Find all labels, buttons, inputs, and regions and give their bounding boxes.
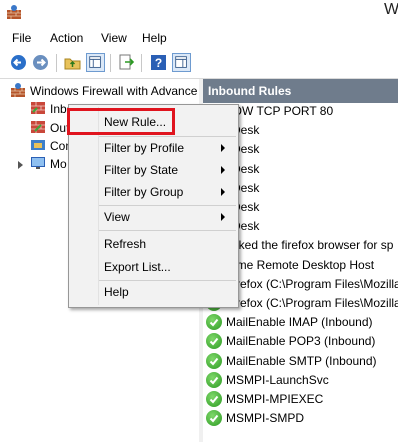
rules-pane-title: Inbound Rules (208, 84, 292, 98)
menu-item-label: Filter by State (104, 163, 179, 177)
back-arrow-icon[interactable] (9, 53, 28, 72)
title-bar: W (0, 0, 398, 28)
rule-row[interactable]: MailEnable POP3 (Inbound) (203, 332, 398, 351)
menu-bar: File Action View Help (0, 28, 398, 48)
rule-name: MailEnable POP3 (Inbound) (226, 334, 376, 348)
menu-separator (99, 230, 236, 231)
menu-help[interactable]: Help (142, 31, 167, 45)
menu-item-label: Help (104, 285, 129, 299)
submenu-arrow-icon (221, 188, 225, 196)
rule-row[interactable]: MailEnable IMAP (Inbound) (203, 313, 398, 332)
rule-row[interactable]: MSMPI-SMPD (203, 409, 398, 428)
allow-check-icon (206, 314, 222, 330)
firewall-app-icon (7, 5, 21, 19)
forward-arrow-icon[interactable] (31, 53, 50, 72)
allow-check-icon (206, 333, 222, 349)
rule-row[interactable]: MSMPI-LaunchSvc (203, 371, 398, 390)
monitoring-icon (31, 157, 45, 169)
menu-item-label: Export List... (104, 260, 171, 274)
menu-item-help[interactable]: Help (69, 282, 238, 303)
show-hide-console-tree-icon[interactable] (86, 53, 105, 72)
export-list-icon[interactable] (117, 53, 136, 72)
toolbar-separator (56, 54, 57, 72)
show-hide-action-pane-icon[interactable] (172, 53, 191, 72)
submenu-arrow-icon (221, 213, 225, 221)
menu-item-refresh[interactable]: Refresh (69, 234, 238, 255)
menu-item-label: Refresh (104, 237, 147, 251)
tree-root-label: Windows Firewall with Advance (30, 84, 198, 98)
expand-arrow-icon[interactable] (18, 161, 23, 169)
outbound-rules-icon (31, 121, 45, 133)
menu-action[interactable]: Action (50, 31, 83, 45)
allow-check-icon (206, 391, 222, 407)
menu-separator (99, 136, 236, 137)
rule-name: MSMPI-MPIEXEC (226, 392, 324, 406)
rule-row[interactable]: MSMPI-MPIEXEC (203, 390, 398, 409)
allow-check-icon (206, 372, 222, 388)
rule-name: Firefox (C:\Program Files\Mozilla (226, 296, 398, 310)
window-title: W (384, 1, 398, 18)
toolbar: ? (0, 48, 398, 79)
connection-security-icon (31, 140, 45, 150)
firewall-icon (11, 83, 25, 97)
rule-name: MSMPI-LaunchSvc (226, 373, 329, 387)
rule-name: ocked the firefox browser for sp (226, 238, 394, 252)
tree-item-label: Mo (50, 157, 67, 171)
new-rule-highlight-box (67, 108, 175, 135)
rules-pane-header: Inbound Rules (203, 79, 398, 103)
rule-name: MailEnable SMTP (Inbound) (226, 354, 377, 368)
rule-row[interactable]: MailEnable SMTP (Inbound) (203, 352, 398, 371)
menu-item-filter-by-state[interactable]: Filter by State (69, 160, 238, 181)
rule-name: MSMPI-SMPD (226, 411, 304, 425)
menu-separator (99, 205, 236, 206)
menu-item-label: Filter by Group (104, 185, 184, 199)
menu-item-view[interactable]: View (69, 207, 238, 228)
menu-file[interactable]: File (12, 31, 31, 45)
allow-check-icon (206, 410, 222, 426)
rule-name: rome Remote Desktop Host (226, 258, 375, 272)
menu-item-export-list[interactable]: Export List... (69, 257, 238, 278)
menu-item-filter-by-group[interactable]: Filter by Group (69, 182, 238, 203)
menu-item-label: Filter by Profile (104, 141, 185, 155)
up-folder-icon[interactable] (63, 53, 82, 72)
inbound-rules-icon (31, 102, 45, 114)
menu-separator (99, 280, 236, 281)
help-icon[interactable]: ? (149, 53, 168, 72)
menu-item-filter-by-profile[interactable]: Filter by Profile (69, 138, 238, 159)
submenu-arrow-icon (221, 166, 225, 174)
allow-check-icon (206, 353, 222, 369)
toolbar-separator (110, 54, 111, 72)
submenu-arrow-icon (221, 144, 225, 152)
rule-name: LOW TCP PORT 80 (226, 104, 334, 118)
rule-name: Firefox (C:\Program Files\Mozilla (226, 277, 398, 291)
svg-text:?: ? (155, 56, 162, 70)
toolbar-separator (141, 54, 142, 72)
menu-view[interactable]: View (101, 31, 127, 45)
menu-item-label: View (104, 210, 130, 224)
rule-name: MailEnable IMAP (Inbound) (226, 315, 373, 329)
